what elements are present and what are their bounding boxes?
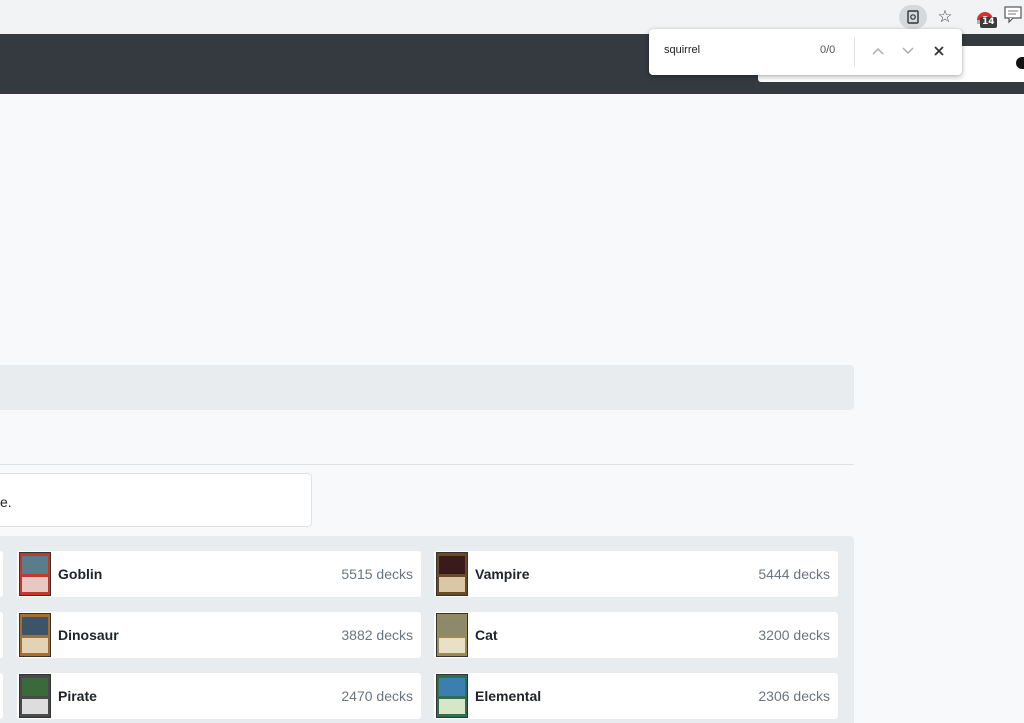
card-thumbnail	[436, 552, 468, 596]
tribe-name: Dinosaur	[58, 627, 119, 643]
tribe-deck-count: 2470 decks	[341, 688, 413, 704]
card-text-box	[22, 577, 48, 592]
card-text-box	[22, 638, 48, 653]
tribe-deck-count: 3882 decks	[341, 627, 413, 643]
card-text-box	[439, 638, 465, 653]
card-art	[22, 617, 48, 635]
chevron-up-icon[interactable]	[867, 40, 889, 62]
find-match-count: 0/0	[820, 44, 836, 56]
card-art	[439, 617, 465, 635]
extension-badge: 14	[980, 17, 997, 28]
tribe-name: Elemental	[475, 688, 542, 704]
card-thumbnail	[19, 674, 51, 718]
card-thumbnail	[436, 613, 468, 657]
card-art	[439, 678, 465, 696]
card-text-box	[439, 577, 465, 592]
chevron-down-icon[interactable]	[897, 40, 919, 62]
tribe-name: Pirate	[58, 688, 97, 704]
find-bar-divider	[854, 37, 855, 67]
tribe-name: Vampire	[475, 566, 530, 582]
card-thumbnail	[436, 674, 468, 718]
tribe-name: Goblin	[58, 566, 103, 582]
card-text-box	[439, 699, 465, 714]
section-divider	[0, 464, 854, 465]
card-art	[22, 556, 48, 574]
tribe-grid: Goblin 5515 decks Vampire 5444 decks Din…	[0, 536, 854, 723]
tribe-deck-count: 2306 decks	[758, 688, 830, 704]
card-thumbnail	[19, 613, 51, 657]
tribe-tile-cat[interactable]: Cat 3200 decks	[434, 612, 838, 658]
tribe-deck-count: 5515 decks	[341, 566, 413, 582]
tribe-tile-goblin[interactable]: Goblin 5515 decks	[17, 551, 421, 597]
notice-box: e.	[0, 473, 312, 527]
search-icon[interactable]	[1016, 57, 1024, 69]
card-text-box	[22, 699, 48, 714]
feedback-extension-icon[interactable]	[1004, 6, 1024, 24]
find-in-page-icon[interactable]	[899, 5, 927, 29]
close-icon[interactable]	[928, 40, 950, 62]
tribe-name: Cat	[475, 627, 498, 643]
tribe-tile-elemental[interactable]: Elemental 2306 decks	[434, 673, 838, 719]
tribe-tile-partial[interactable]	[0, 551, 3, 597]
tribe-tile-pirate[interactable]: Pirate 2470 decks	[17, 673, 421, 719]
tribe-deck-count: 5444 decks	[758, 566, 830, 582]
find-bar: squirrel 0/0	[649, 29, 962, 75]
bookmark-star-icon[interactable]: ☆	[934, 4, 956, 30]
section-header-bar	[0, 365, 854, 410]
tribe-tile-partial[interactable]	[0, 612, 3, 658]
tribe-tile-partial[interactable]	[0, 673, 3, 719]
notice-text: e.	[0, 494, 12, 510]
tribe-tile-vampire[interactable]: Vampire 5444 decks	[434, 551, 838, 597]
card-thumbnail	[19, 552, 51, 596]
find-query-input[interactable]: squirrel	[664, 44, 700, 56]
card-art	[22, 678, 48, 696]
card-art	[439, 556, 465, 574]
tribe-tile-dinosaur[interactable]: Dinosaur 3882 decks	[17, 612, 421, 658]
tribe-deck-count: 3200 decks	[758, 627, 830, 643]
